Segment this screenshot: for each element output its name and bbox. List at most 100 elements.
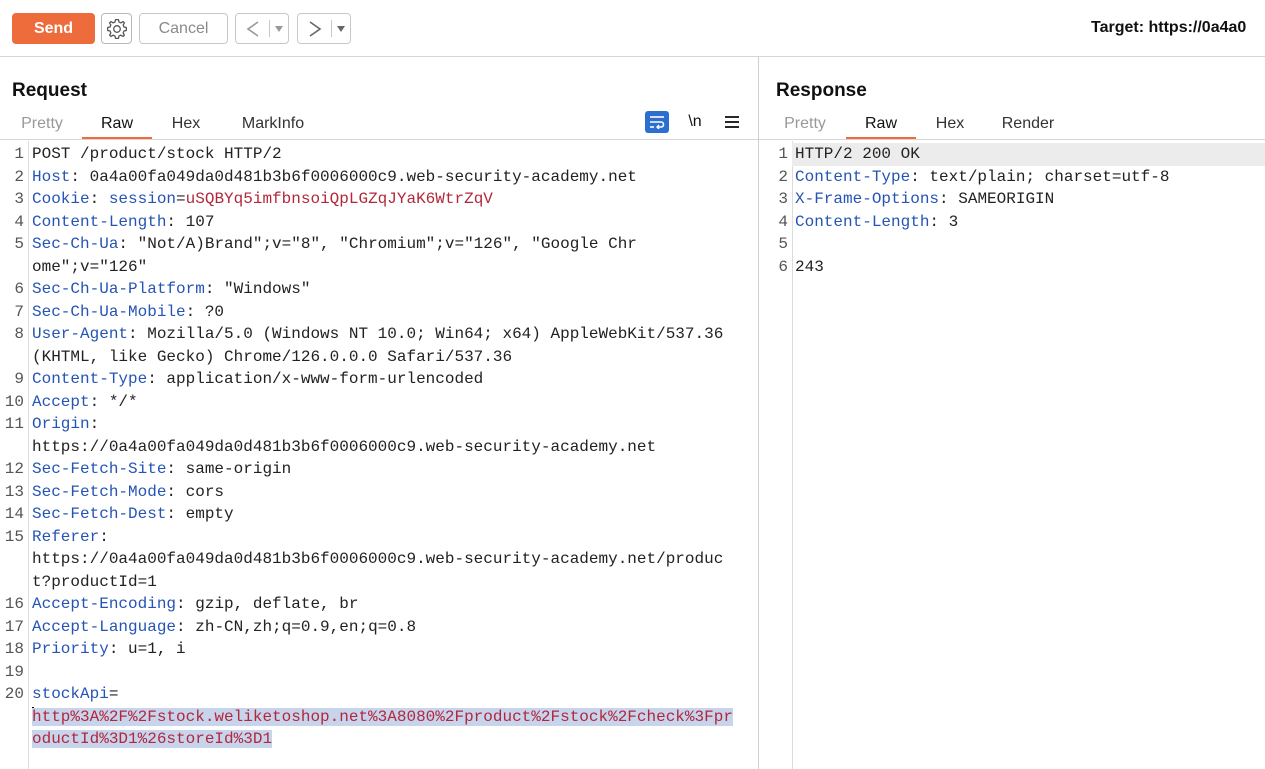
menu-icon[interactable]	[720, 111, 744, 133]
tab-pretty[interactable]: Pretty	[12, 114, 72, 140]
line-number: 5	[14, 235, 24, 253]
settings-button[interactable]	[101, 13, 132, 44]
line-number: 9	[14, 370, 24, 388]
code-line: 13 Sec-Fetch-Mode: cors	[0, 481, 758, 504]
code-line: 2 Content-Type: text/plain; charset=utf-…	[778, 166, 1265, 189]
code-line: 10 Accept: */*	[0, 391, 758, 414]
line-number: 11	[4, 415, 24, 433]
header-value: same-origin	[185, 460, 292, 478]
line-number: 4	[778, 212, 788, 231]
code-line: 17 Accept-Language: zh-CN,zh;q=0.9,en;q=…	[0, 616, 758, 639]
tab-hex[interactable]: Hex	[924, 114, 976, 140]
header-value: 107	[185, 212, 215, 231]
line-number: 7	[14, 302, 24, 321]
newline-icon[interactable]: \n	[683, 111, 707, 133]
header-value: Mozilla/5.0 (Windows NT 10.0; Win64; x64…	[32, 325, 733, 366]
code-line: 20 stockApi= http%3A%2F%2Fstock.weliketos…	[0, 683, 758, 751]
line-number: 6	[14, 280, 24, 298]
header-value: gzip, deflate, br	[195, 595, 359, 613]
header-name: Sec-Fetch-Dest	[32, 505, 167, 523]
header-name: Sec-Fetch-Mode	[32, 482, 167, 501]
header-value: u=1, i	[128, 640, 186, 658]
panel-divider[interactable]	[758, 57, 759, 769]
line-number: 10	[4, 392, 24, 411]
tab-raw[interactable]: Raw	[82, 114, 152, 140]
back-arrow-icon[interactable]	[236, 14, 269, 43]
code-line: 11 Origin: https://0a4a00fa049da0d481b3b6…	[0, 413, 758, 458]
line-number: 6	[778, 257, 788, 276]
code-line: 3 X-Frame-Options: SAMEORIGIN	[778, 188, 1265, 211]
tab-pretty[interactable]: Pretty	[775, 114, 835, 140]
header-value: https://0a4a00fa049da0d481b3b6f0006000c9…	[32, 437, 657, 456]
line-number: 4	[14, 212, 24, 231]
back-button[interactable]	[235, 13, 289, 44]
line-number: 2	[14, 167, 24, 186]
header-name: Accept	[32, 392, 90, 411]
header-value: ?0	[204, 302, 225, 321]
send-button[interactable]: Send	[12, 13, 95, 44]
header-name: Sec-Ch-Ua-Platform	[32, 280, 205, 298]
response-editor[interactable]: 1 HTTP/2 200 OK 2 Content-Type: text/pla…	[764, 143, 1265, 278]
header-name: Content-Type	[32, 370, 148, 388]
code-line: 7 Sec-Ch-Ua-Mobile: ?0	[0, 301, 758, 324]
code-line: 14 Sec-Fetch-Dest: empty	[0, 503, 758, 526]
chevron-down-icon[interactable]	[332, 14, 350, 43]
line-number: 19	[4, 662, 24, 681]
code-line: 19	[0, 661, 758, 684]
header-name: Content-Length	[795, 212, 930, 231]
header-value: text/plain; charset=utf-8	[929, 167, 1170, 186]
response-body: 243	[795, 257, 824, 276]
code-line: 9 Content-Type: application/x-www-form-u…	[0, 368, 758, 391]
code-line: 1 POST /product/stock HTTP/2	[0, 143, 758, 166]
code-line: 16 Accept-Encoding: gzip, deflate, br	[0, 593, 758, 616]
line-number: 18	[4, 640, 24, 658]
word-wrap-icon[interactable]	[645, 111, 669, 133]
tab-render[interactable]: Render	[990, 114, 1066, 140]
code-line: 8 User-Agent: Mozilla/5.0 (Windows NT 10…	[0, 323, 758, 368]
header-name: Content-Type	[795, 167, 911, 186]
line-number: 8	[14, 325, 24, 343]
header-value: 0a4a00fa049da0d481b3b6f0006000c9.web-sec…	[89, 167, 637, 186]
code-line: 4 Content-Length: 3	[778, 211, 1265, 234]
header-value: cors	[185, 482, 225, 501]
header-name: Cookie	[32, 190, 90, 208]
forward-arrow-icon[interactable]	[298, 14, 331, 43]
header-name: Sec-Ch-Ua-Mobile	[32, 302, 186, 321]
cancel-button[interactable]: Cancel	[139, 13, 228, 44]
gear-icon	[106, 18, 127, 39]
tab-raw[interactable]: Raw	[846, 114, 916, 140]
header-name: Host	[32, 167, 71, 186]
header-value: "Not/A)Brand";v="8", "Chromium";v="126",…	[32, 235, 637, 276]
header-name: Priority	[32, 640, 109, 658]
header-value: SAMEORIGIN	[958, 190, 1055, 208]
code-line: 6 243	[778, 256, 1265, 279]
header-value: empty	[185, 505, 234, 523]
tab-markinfo[interactable]: MarkInfo	[226, 114, 320, 140]
line-number: 5	[778, 235, 788, 253]
code-line: 2 Host: 0a4a00fa049da0d481b3b6f0006000c9…	[0, 166, 758, 189]
header-name: Sec-Ch-Ua	[32, 235, 119, 253]
code-line: 3 Cookie: session=uSQBYq5imfbnsoiQpLGZqJ…	[0, 188, 758, 211]
code-line: 5 Sec-Ch-Ua: "Not/A)Brand";v="8", "Chrom…	[0, 233, 758, 278]
header-name: Accept-Language	[32, 617, 177, 636]
header-name: User-Agent	[32, 325, 129, 343]
chevron-down-icon[interactable]	[270, 14, 288, 43]
code-line: 15 Referer: https://0a4a00fa049da0d481b3b…	[0, 526, 758, 594]
code-line: 6 Sec-Ch-Ua-Platform: "Windows"	[0, 278, 758, 301]
forward-button[interactable]	[297, 13, 351, 44]
line-number: 3	[778, 190, 788, 208]
line-number: 12	[4, 460, 24, 478]
line-number: 1	[778, 145, 788, 163]
header-value: https://0a4a00fa049da0d481b3b6f0006000c9…	[32, 550, 724, 591]
cookie-name: session	[108, 190, 177, 208]
header-name: Origin	[32, 415, 90, 433]
line-number: 20	[4, 685, 24, 703]
line-number: 16	[4, 595, 24, 613]
request-title: Request	[12, 80, 87, 101]
line-number: 14	[4, 505, 24, 523]
request-editor[interactable]: 1 POST /product/stock HTTP/2 2 Host: 0a4…	[0, 143, 758, 751]
request-line: POST /product/stock HTTP/2	[32, 145, 282, 163]
body-param-value[interactable]: http%3A%2F%2Fstock.weliketoshop.net%3A80…	[32, 707, 733, 748]
tab-hex[interactable]: Hex	[160, 114, 212, 140]
line-number: 1	[14, 145, 24, 163]
